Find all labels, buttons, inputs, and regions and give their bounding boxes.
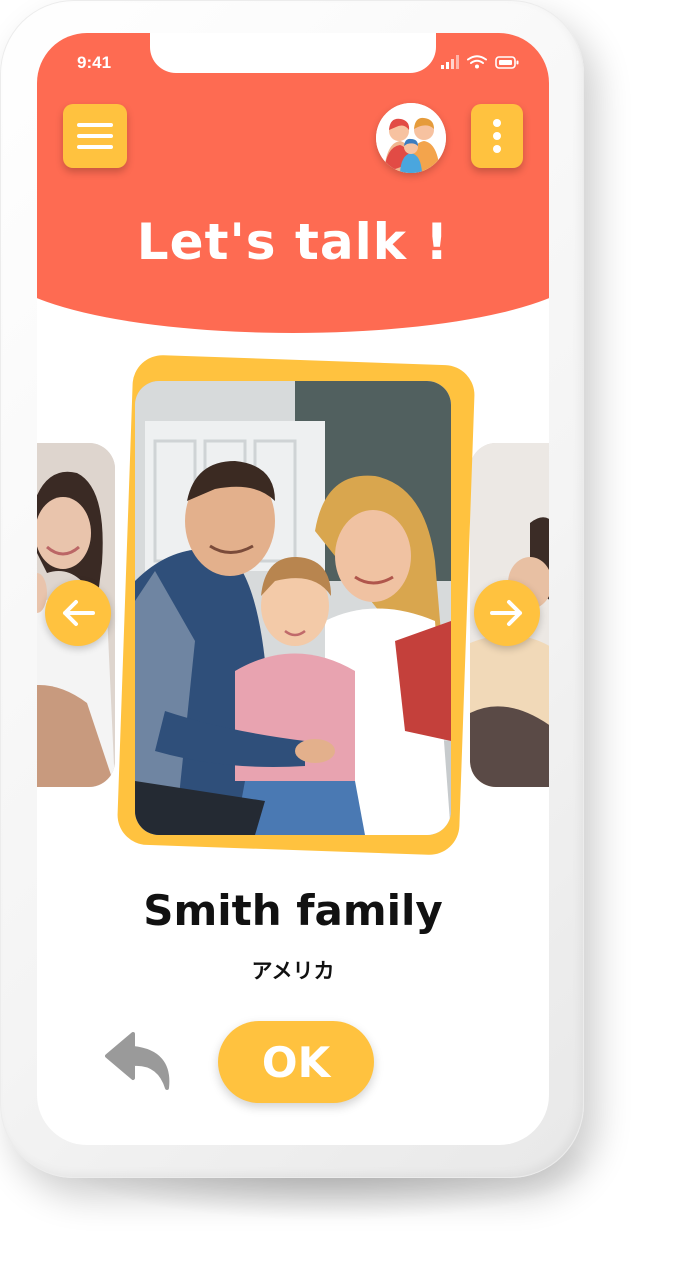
more-options-button[interactable] — [471, 104, 523, 168]
family-avatar-button[interactable] — [376, 103, 446, 173]
wifi-icon — [467, 55, 487, 69]
arrow-right-icon — [490, 600, 522, 626]
page-title: Let's talk ! — [136, 213, 450, 271]
undo-arrow-icon — [105, 1032, 170, 1090]
signal-icon — [441, 55, 459, 69]
status-icons — [441, 55, 519, 69]
phone-notch — [150, 33, 436, 73]
battery-icon — [495, 55, 519, 69]
phone-frame: 9:41 Let's talk ! Smith family アメリカ OK — [0, 0, 584, 1178]
next-button[interactable] — [474, 580, 540, 646]
status-time: 9:41 — [77, 53, 112, 72]
back-button[interactable] — [105, 1028, 181, 1094]
hamburger-menu-icon — [77, 123, 113, 149]
family-avatar-icon — [376, 103, 446, 173]
family-name: Smith family — [143, 886, 443, 935]
current-family-card[interactable] — [135, 381, 451, 835]
app-screen: 9:41 Let's talk ! Smith family アメリカ OK — [37, 33, 549, 1145]
menu-button[interactable] — [63, 104, 127, 168]
header-background — [37, 33, 549, 333]
family-photo — [135, 381, 451, 835]
family-country: アメリカ — [251, 959, 335, 983]
ok-button[interactable]: OK — [218, 1021, 374, 1103]
prev-button[interactable] — [45, 580, 111, 646]
arrow-left-icon — [63, 600, 95, 626]
vertical-dots-icon — [493, 119, 501, 153]
